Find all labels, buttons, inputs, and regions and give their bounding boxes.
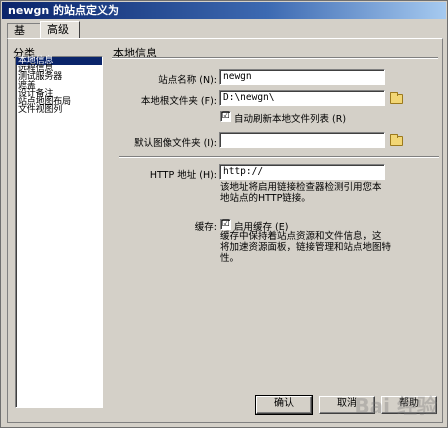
http-hint-line1: 该地址将启用链接检查器检测引用您本 <box>220 182 382 193</box>
site-name-input[interactable]: newgn <box>219 69 385 85</box>
site-name-label: 站点名称 (N): <box>158 75 217 86</box>
tab-basic[interactable]: 基本 <box>7 23 41 51</box>
default-images-label: 默认图像文件夹 (I): <box>134 138 217 149</box>
cache-hint-line2: 将加速资源面板，链接管理和站点地图特 <box>220 242 392 253</box>
cache-label: 缓存: <box>194 222 217 233</box>
auto-refresh-checkbox[interactable]: ☑ <box>220 111 231 122</box>
category-list[interactable]: 本地信息 远程信息 测试服务器 遮盖 设计备注 站点地图布局 文件视图列 <box>15 56 103 408</box>
http-hint-line2: 地站点的HTTP链接。 <box>220 193 311 204</box>
watermark: Bai 经验 <box>354 394 437 418</box>
auto-refresh-label: 自动刷新本地文件列表 (R) <box>234 114 347 125</box>
root-folder-label: 本地根文件夹 (F): <box>140 96 217 107</box>
folder-icon[interactable] <box>390 92 403 104</box>
root-folder-input[interactable]: D:\newgn\ <box>219 90 385 106</box>
heading-divider <box>112 57 438 59</box>
tab-advanced[interactable]: 高级 <box>40 21 80 39</box>
cache-hint-line3: 性。 <box>220 253 240 264</box>
folder-icon[interactable] <box>390 134 403 146</box>
site-definition-dialog: newgn 的站点定义为 基本 高级 分类 本地信息 本地信息 远程信息 测试服… <box>0 0 448 428</box>
cache-hint-line1: 缓存中保持着站点资源和文件信息，这 <box>220 231 382 242</box>
http-address-label: HTTP 地址 (H): <box>149 170 217 181</box>
section-divider <box>119 156 439 158</box>
http-address-input[interactable]: http:// <box>219 164 385 180</box>
category-item-file-view-columns[interactable]: 文件视图列 <box>16 106 102 115</box>
enable-cache-checkbox[interactable]: ☑ <box>220 219 231 230</box>
dialog-title: newgn 的站点定义为 <box>2 2 446 19</box>
ok-button[interactable]: 确认 <box>255 395 313 415</box>
default-images-input[interactable] <box>219 132 385 148</box>
